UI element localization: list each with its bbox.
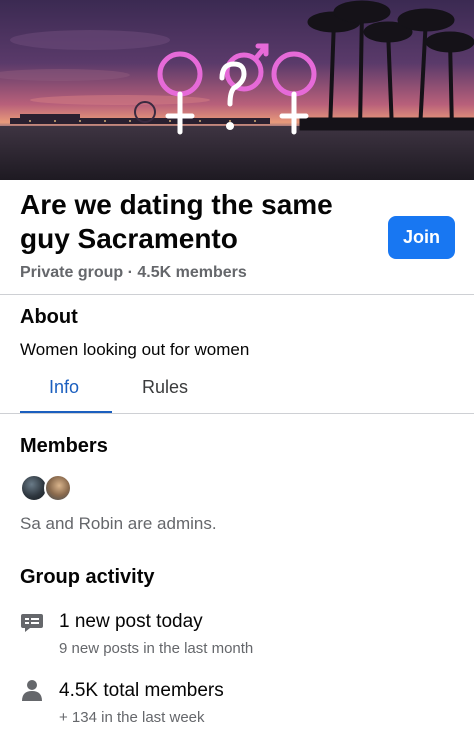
activity-total-members: 4.5K total members	[59, 680, 224, 701]
group-meta: Private group · 4.5K members	[20, 264, 247, 281]
group-name: Are we dating the same guy Sacramento	[20, 189, 333, 254]
admins-text: Sa and Robin are admins.	[20, 514, 217, 533]
activity-posts-month: 9 new posts in the last month	[59, 640, 254, 657]
tab-rules[interactable]: Rules	[142, 377, 188, 398]
divider	[0, 413, 474, 414]
group-activity-heading: Group activity	[20, 566, 155, 588]
chat-bubble-icon	[21, 614, 43, 632]
admin-avatars[interactable]	[20, 474, 76, 504]
join-button[interactable]: Join	[388, 216, 455, 259]
activity-members-week: + 134 in the last week	[59, 709, 205, 726]
activity-posts-today: 1 new post today	[59, 611, 203, 632]
about-heading: About	[20, 306, 78, 328]
divider	[0, 294, 474, 295]
group-cover-photo[interactable]	[0, 0, 474, 180]
tab-info[interactable]: Info	[49, 377, 79, 398]
about-description: Women looking out for women	[20, 340, 250, 359]
avatar[interactable]	[44, 474, 72, 502]
members-heading: Members	[20, 435, 108, 457]
person-icon	[22, 680, 42, 701]
